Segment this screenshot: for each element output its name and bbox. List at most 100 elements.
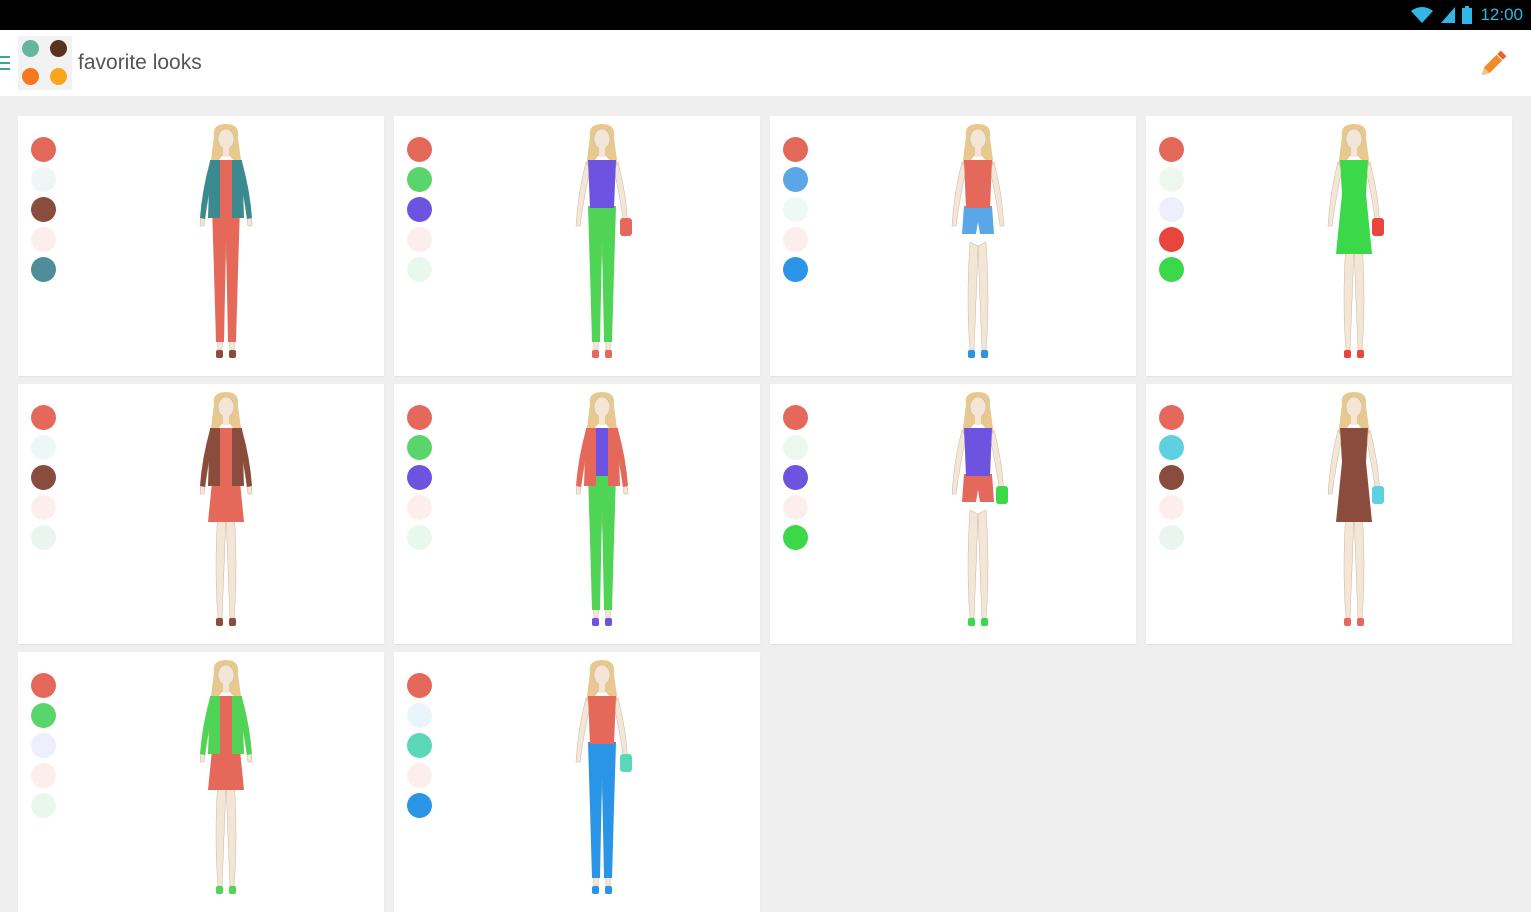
pants	[588, 742, 616, 878]
look-card[interactable]	[18, 384, 384, 644]
color-swatch	[783, 257, 808, 282]
look-card[interactable]	[394, 652, 760, 912]
color-swatch	[1159, 197, 1184, 222]
status-time: 12:00	[1480, 5, 1523, 24]
right-leg	[225, 777, 237, 887]
face	[969, 128, 987, 150]
logo-dot	[22, 68, 39, 85]
logo-dot	[22, 40, 39, 57]
fashion-figure	[199, 124, 253, 358]
color-swatch	[1159, 525, 1184, 550]
color-swatch	[31, 465, 56, 490]
fashion-figure	[575, 124, 632, 358]
color-swatch	[407, 227, 432, 252]
color-swatch	[31, 525, 56, 550]
color-swatch	[407, 673, 432, 698]
drawer-indicator-icon[interactable]	[0, 53, 12, 73]
right-shoe	[1357, 350, 1364, 358]
right-shoe	[229, 618, 236, 626]
face	[593, 664, 611, 686]
left-shoe	[216, 618, 223, 626]
color-swatch	[1159, 435, 1184, 460]
right-shoe	[605, 350, 612, 358]
dress	[1336, 428, 1372, 522]
color-swatch	[407, 525, 432, 550]
left-shoe	[592, 886, 599, 894]
color-swatch	[1159, 495, 1184, 520]
look-card[interactable]	[18, 116, 384, 376]
color-swatch	[1159, 227, 1184, 252]
color-swatch	[407, 733, 432, 758]
right-shoe	[605, 618, 612, 626]
fashion-figure	[1327, 392, 1384, 626]
page-title: favorite looks	[78, 51, 202, 74]
fashion-figure	[199, 660, 253, 894]
wifi-icon	[1411, 7, 1434, 23]
color-swatch	[31, 257, 56, 282]
app-logo[interactable]	[18, 36, 72, 90]
look-card[interactable]	[18, 652, 384, 912]
left-leg	[215, 777, 227, 887]
face	[593, 128, 611, 150]
look-card[interactable]	[394, 384, 760, 644]
face	[1345, 396, 1363, 418]
right-shoe	[1357, 618, 1364, 626]
left-shoe	[592, 350, 599, 358]
status-bar: 12:00	[0, 0, 1531, 30]
fashion-figure	[951, 124, 1005, 358]
color-swatch	[407, 167, 432, 192]
color-swatch	[31, 733, 56, 758]
color-swatch	[31, 703, 56, 728]
color-swatch	[1159, 137, 1184, 162]
look-card[interactable]	[770, 116, 1136, 376]
fashion-figure	[575, 660, 632, 894]
top	[588, 160, 616, 208]
fashion-figure	[575, 392, 629, 626]
logo-dot	[50, 40, 67, 57]
signal-icon	[1441, 7, 1456, 23]
pencil-icon	[1481, 50, 1507, 76]
face	[969, 396, 987, 418]
top	[588, 696, 616, 744]
color-swatch	[407, 137, 432, 162]
right-leg	[977, 241, 989, 351]
right-leg	[225, 509, 237, 619]
pants	[588, 474, 616, 610]
look-card[interactable]	[770, 384, 1136, 644]
color-swatch	[783, 167, 808, 192]
color-swatch	[407, 435, 432, 460]
face	[593, 396, 611, 418]
bag	[620, 754, 632, 772]
color-swatch	[407, 405, 432, 430]
right-leg	[1353, 241, 1365, 351]
pants	[212, 206, 240, 342]
bag	[620, 218, 632, 236]
right-shoe	[605, 886, 612, 894]
neck	[223, 416, 229, 425]
bag	[996, 486, 1008, 504]
color-swatch	[31, 673, 56, 698]
right-leg	[1353, 509, 1365, 619]
neck	[975, 148, 981, 157]
edit-button[interactable]	[1473, 44, 1513, 84]
color-swatch	[407, 465, 432, 490]
left-shoe	[1344, 350, 1351, 358]
look-card[interactable]	[1146, 116, 1512, 376]
left-leg	[1343, 241, 1355, 351]
color-swatch	[31, 405, 56, 430]
face	[217, 396, 235, 418]
color-swatch	[407, 495, 432, 520]
look-card[interactable]	[394, 116, 760, 376]
right-shoe	[229, 886, 236, 894]
left-leg	[1343, 509, 1355, 619]
fashion-figure	[199, 392, 253, 626]
color-swatch	[31, 227, 56, 252]
left-shoe	[216, 886, 223, 894]
dress	[1336, 160, 1372, 254]
color-swatch	[783, 435, 808, 460]
neck	[975, 416, 981, 425]
look-card[interactable]	[1146, 384, 1512, 644]
pants	[588, 206, 616, 342]
battery-icon	[1462, 6, 1473, 24]
color-swatch	[31, 793, 56, 818]
